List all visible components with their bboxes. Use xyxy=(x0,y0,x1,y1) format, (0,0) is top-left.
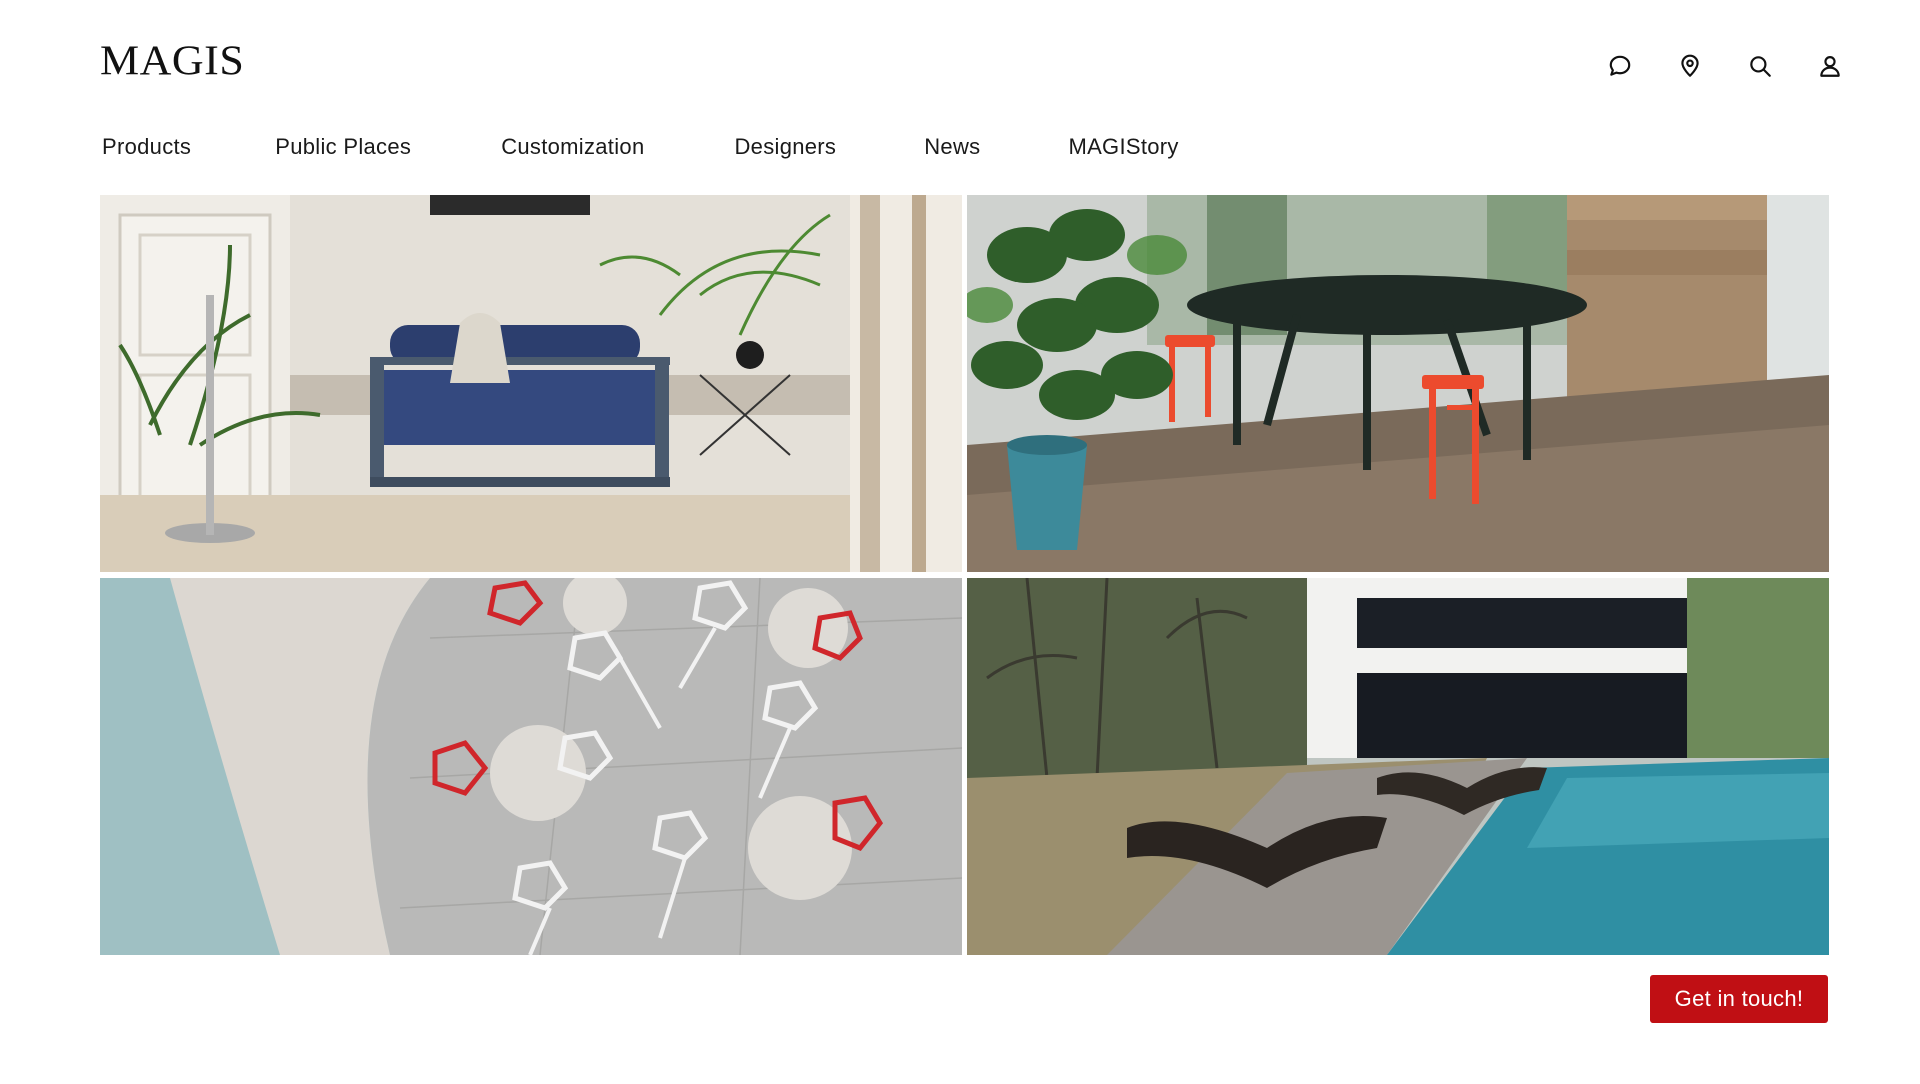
nav-item-news[interactable]: News xyxy=(924,134,980,160)
get-in-touch-button[interactable]: Get in touch! xyxy=(1650,975,1828,1023)
nav-item-public-places[interactable]: Public Places xyxy=(275,134,411,160)
user-icon[interactable] xyxy=(1816,52,1844,80)
nav-item-magistory[interactable]: MAGIStory xyxy=(1068,134,1178,160)
round-table-stools-image[interactable] xyxy=(967,195,1829,572)
chat-icon[interactable] xyxy=(1606,52,1634,80)
header-icons xyxy=(1606,52,1844,80)
nav-item-products[interactable]: Products xyxy=(102,134,191,160)
search-icon[interactable] xyxy=(1746,52,1774,80)
magis-logo[interactable]: MAGIS xyxy=(100,40,244,82)
pool-lounge-chairs-image[interactable] xyxy=(967,578,1829,955)
image-grid xyxy=(100,195,1829,955)
nav-item-customization[interactable]: Customization xyxy=(501,134,644,160)
nav-item-designers[interactable]: Designers xyxy=(734,134,836,160)
location-pin-icon[interactable] xyxy=(1676,52,1704,80)
stools-top-view-image[interactable] xyxy=(100,578,962,955)
main-nav: Products Public Places Customization Des… xyxy=(102,134,1179,160)
sofa-living-room-image[interactable] xyxy=(100,195,962,572)
